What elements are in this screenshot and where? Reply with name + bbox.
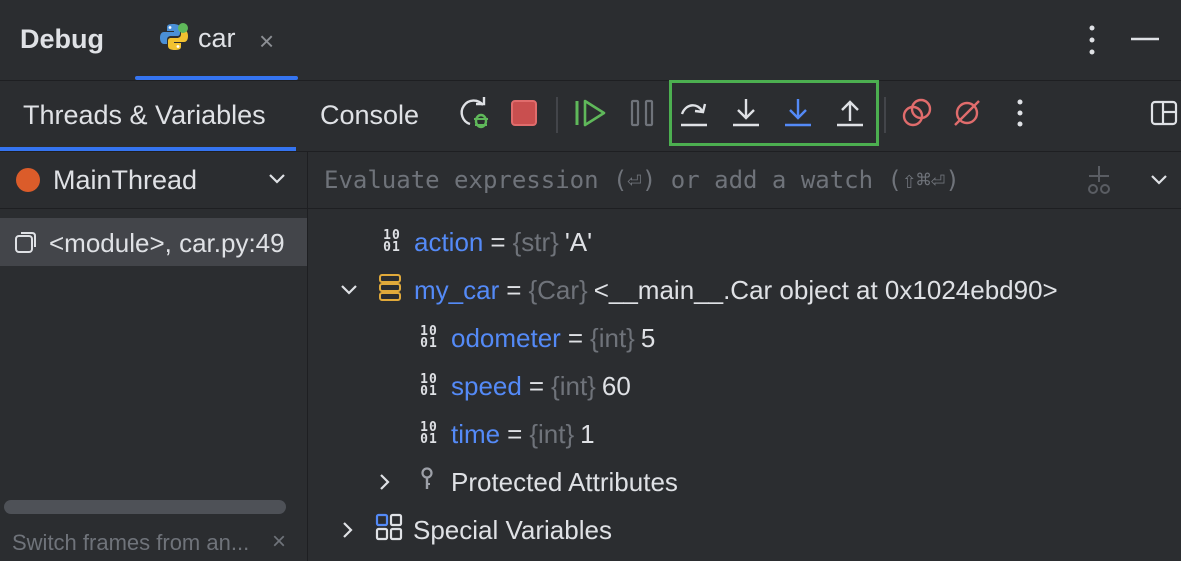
minimize-icon[interactable]: [1130, 24, 1160, 54]
step-into-my-code-button[interactable]: [779, 96, 817, 134]
equals-sign: =: [507, 418, 523, 449]
thread-status-icon: [16, 168, 40, 192]
object-icon: [378, 273, 406, 308]
equals-sign: =: [528, 370, 545, 401]
variable-value: 60: [601, 370, 631, 401]
binary-icon: 10 01: [383, 228, 401, 255]
stop-icon: [510, 99, 538, 132]
view-breakpoints-icon: [901, 97, 933, 134]
tab-console[interactable]: Console: [320, 100, 419, 131]
variable-row-speed[interactable]: 10 01 speed = {int} 60: [415, 364, 631, 408]
evaluate-expression-bar[interactable]: Evaluate expression (⏎) or add a watch (…: [308, 152, 1181, 209]
add-watch-icon[interactable]: [1083, 164, 1115, 201]
tab-selected-indicator: [135, 76, 298, 80]
chevron-right-icon[interactable]: [374, 471, 396, 498]
rerun-debug-icon: [457, 96, 491, 135]
variable-value: 5: [640, 322, 656, 353]
binary-icon: 10 01: [420, 324, 438, 351]
debug-tool-window-title: Debug: [20, 24, 104, 54]
chevron-down-icon[interactable]: [338, 279, 360, 306]
frames-hint: Switch frames from an...: [12, 530, 250, 555]
variable-value: 1: [580, 418, 595, 449]
pause-button[interactable]: [624, 96, 662, 134]
step-out-icon: [834, 97, 866, 134]
variable-type: {str}: [512, 226, 559, 257]
binary-icon: 10 01: [420, 420, 438, 447]
grid-icon: [375, 513, 405, 548]
mute-breakpoints-button[interactable]: [948, 96, 986, 134]
thread-selector[interactable]: MainThread: [0, 152, 307, 209]
protected-attributes-row[interactable]: Protected Attributes: [415, 460, 678, 504]
variable-row-my-car[interactable]: my_car = {Car} <__main__.Car object at 0…: [378, 268, 1058, 312]
equals-sign: =: [490, 226, 506, 257]
chevron-down-icon[interactable]: [1148, 168, 1170, 195]
group-label: Special Variables: [413, 514, 612, 545]
tab-car[interactable]: car ×: [135, 0, 298, 80]
special-variables-row[interactable]: Special Variables: [375, 508, 612, 552]
chevron-right-icon[interactable]: [337, 519, 359, 546]
variable-name: speed: [451, 370, 522, 401]
variable-type: {int}: [529, 418, 575, 449]
rerun-button[interactable]: [455, 96, 493, 134]
variable-name: time: [451, 418, 501, 449]
frame-label: <module>, car.py:49: [49, 228, 285, 258]
resume-button[interactable]: [571, 96, 609, 134]
pause-icon: [629, 98, 657, 133]
step-into-button[interactable]: [727, 96, 765, 134]
step-over-button[interactable]: [675, 96, 713, 134]
step-into-my-code-icon: [782, 97, 814, 134]
equals-sign: =: [506, 274, 522, 305]
binary-icon: 10 01: [420, 372, 438, 399]
step-into-icon: [730, 97, 762, 134]
step-out-button[interactable]: [831, 96, 869, 134]
variable-name: my_car: [414, 274, 500, 305]
toolbar-separator: [884, 97, 886, 133]
thread-name: MainThread: [53, 165, 198, 195]
variable-type: {int}: [551, 370, 596, 401]
variable-value: 'A': [564, 226, 593, 257]
tab-threads-variables-label: Threads & Variables: [23, 100, 266, 130]
close-tab-icon[interactable]: ×: [259, 26, 274, 57]
chevron-down-icon: [266, 167, 288, 194]
toolbar-separator: [556, 97, 558, 133]
resume-icon: [573, 98, 607, 133]
step-over-icon: [678, 97, 710, 134]
more-button[interactable]: [1001, 96, 1039, 134]
variable-row-odometer[interactable]: 10 01 odometer = {int} 5: [415, 316, 655, 360]
key-icon: [415, 466, 443, 499]
variable-row-action[interactable]: 10 01 action = {str} 'A': [378, 220, 592, 264]
kebab-icon: [1015, 98, 1025, 133]
tab-car-label: car: [198, 23, 236, 53]
variable-row-time[interactable]: 10 01 time = {int} 1: [415, 412, 595, 456]
evaluate-expression-input[interactable]: Evaluate expression (⏎) or add a watch (…: [324, 166, 960, 194]
tab-threads-variables[interactable]: Threads & Variables: [0, 81, 296, 151]
variable-name: action: [414, 226, 484, 257]
view-breakpoints-button[interactable]: [898, 96, 936, 134]
variable-type: {int}: [590, 322, 635, 353]
frame-icon: [14, 230, 38, 259]
horizontal-scrollbar[interactable]: [4, 500, 286, 514]
layout-icon: [1150, 99, 1178, 132]
layout-button[interactable]: [1145, 96, 1181, 134]
tab-selected-indicator: [0, 147, 296, 151]
mute-breakpoints-icon: [951, 97, 983, 134]
equals-sign: =: [567, 322, 584, 353]
group-label: Protected Attributes: [451, 466, 678, 497]
python-icon: [159, 22, 189, 57]
stop-button[interactable]: [505, 96, 543, 134]
frame-row[interactable]: <module>, car.py:49: [0, 218, 307, 266]
variable-type: {Car}: [528, 274, 588, 305]
close-hint-icon[interactable]: ×: [272, 528, 286, 556]
more-options-icon[interactable]: [1080, 22, 1104, 58]
variable-value: <__main__.Car object at 0x1024ebd90>: [593, 274, 1058, 305]
variable-name: odometer: [451, 322, 561, 353]
